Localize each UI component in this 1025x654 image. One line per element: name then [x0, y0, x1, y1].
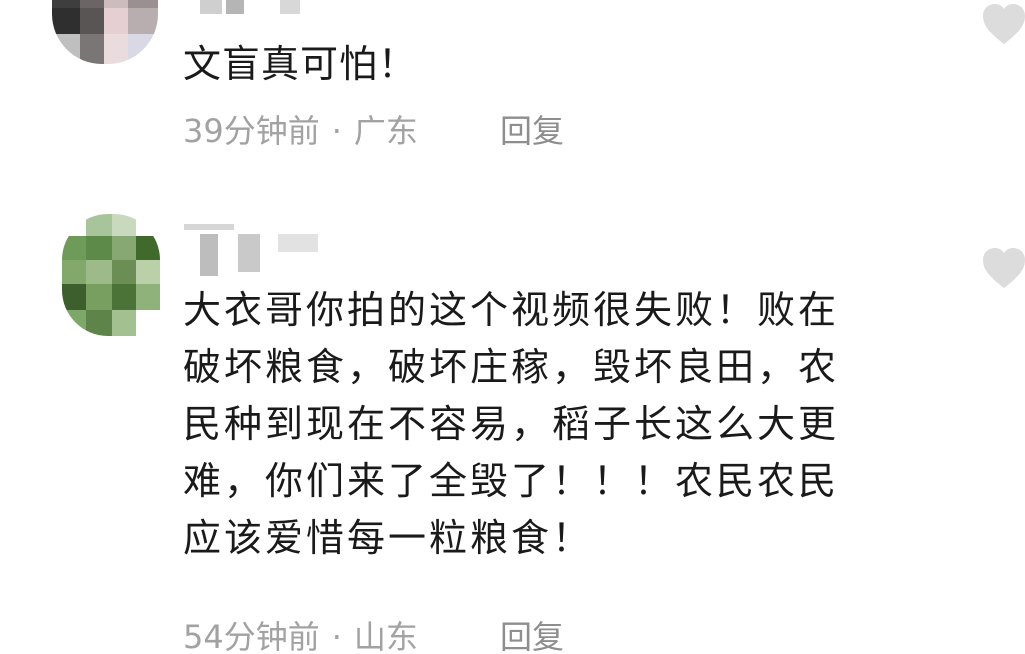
comment-text: 大衣哥你拍的这个视频很失败！败在 破坏粮食，破坏庄稼，毁坏良田，农 民种到现在不… — [183, 282, 943, 567]
commenter-avatar[interactable] — [62, 214, 160, 336]
heart-outline-icon[interactable] — [980, 246, 1025, 292]
comment-time: 54分钟前 — [183, 618, 320, 654]
comment-text: 文盲真可怕！ — [183, 42, 418, 86]
comment-time: 39分钟前 — [183, 112, 320, 150]
comment-meta: 54分钟前 · 山东 — [183, 614, 418, 654]
comment-meta: 39分钟前 · 广东 — [183, 108, 418, 154]
meta-separator: · — [331, 618, 342, 654]
reply-button[interactable]: 回复 — [500, 108, 564, 154]
commenter-avatar[interactable] — [52, 0, 158, 64]
commenter-name-blurred[interactable] — [184, 218, 324, 276]
comment-location: 山东 — [353, 618, 418, 654]
comment-text-line: 难，你们来了全毁了！！！农民农民 — [183, 459, 840, 503]
comment-text-line: 应该爱惜每一粒粮食！ — [183, 516, 594, 560]
reply-button[interactable]: 回复 — [500, 614, 564, 654]
meta-separator: · — [331, 112, 342, 150]
comment-text-line: 大衣哥你拍的这个视频很失败！败在 — [183, 288, 840, 332]
comment-text-line: 民种到现在不容易，稻子长这么大更 — [183, 402, 840, 446]
heart-outline-icon[interactable] — [980, 2, 1025, 48]
commenter-name-blurred[interactable] — [200, 0, 310, 14]
comment-list: 文盲真可怕！ 39分钟前 · 广东 回复 大衣哥你拍的这个视频很失败！败在 破坏… — [0, 0, 1025, 654]
comment-text-line: 破坏粮食，破坏庄稼，毁坏良田，农 — [183, 345, 840, 389]
comment-location: 广东 — [353, 112, 418, 150]
